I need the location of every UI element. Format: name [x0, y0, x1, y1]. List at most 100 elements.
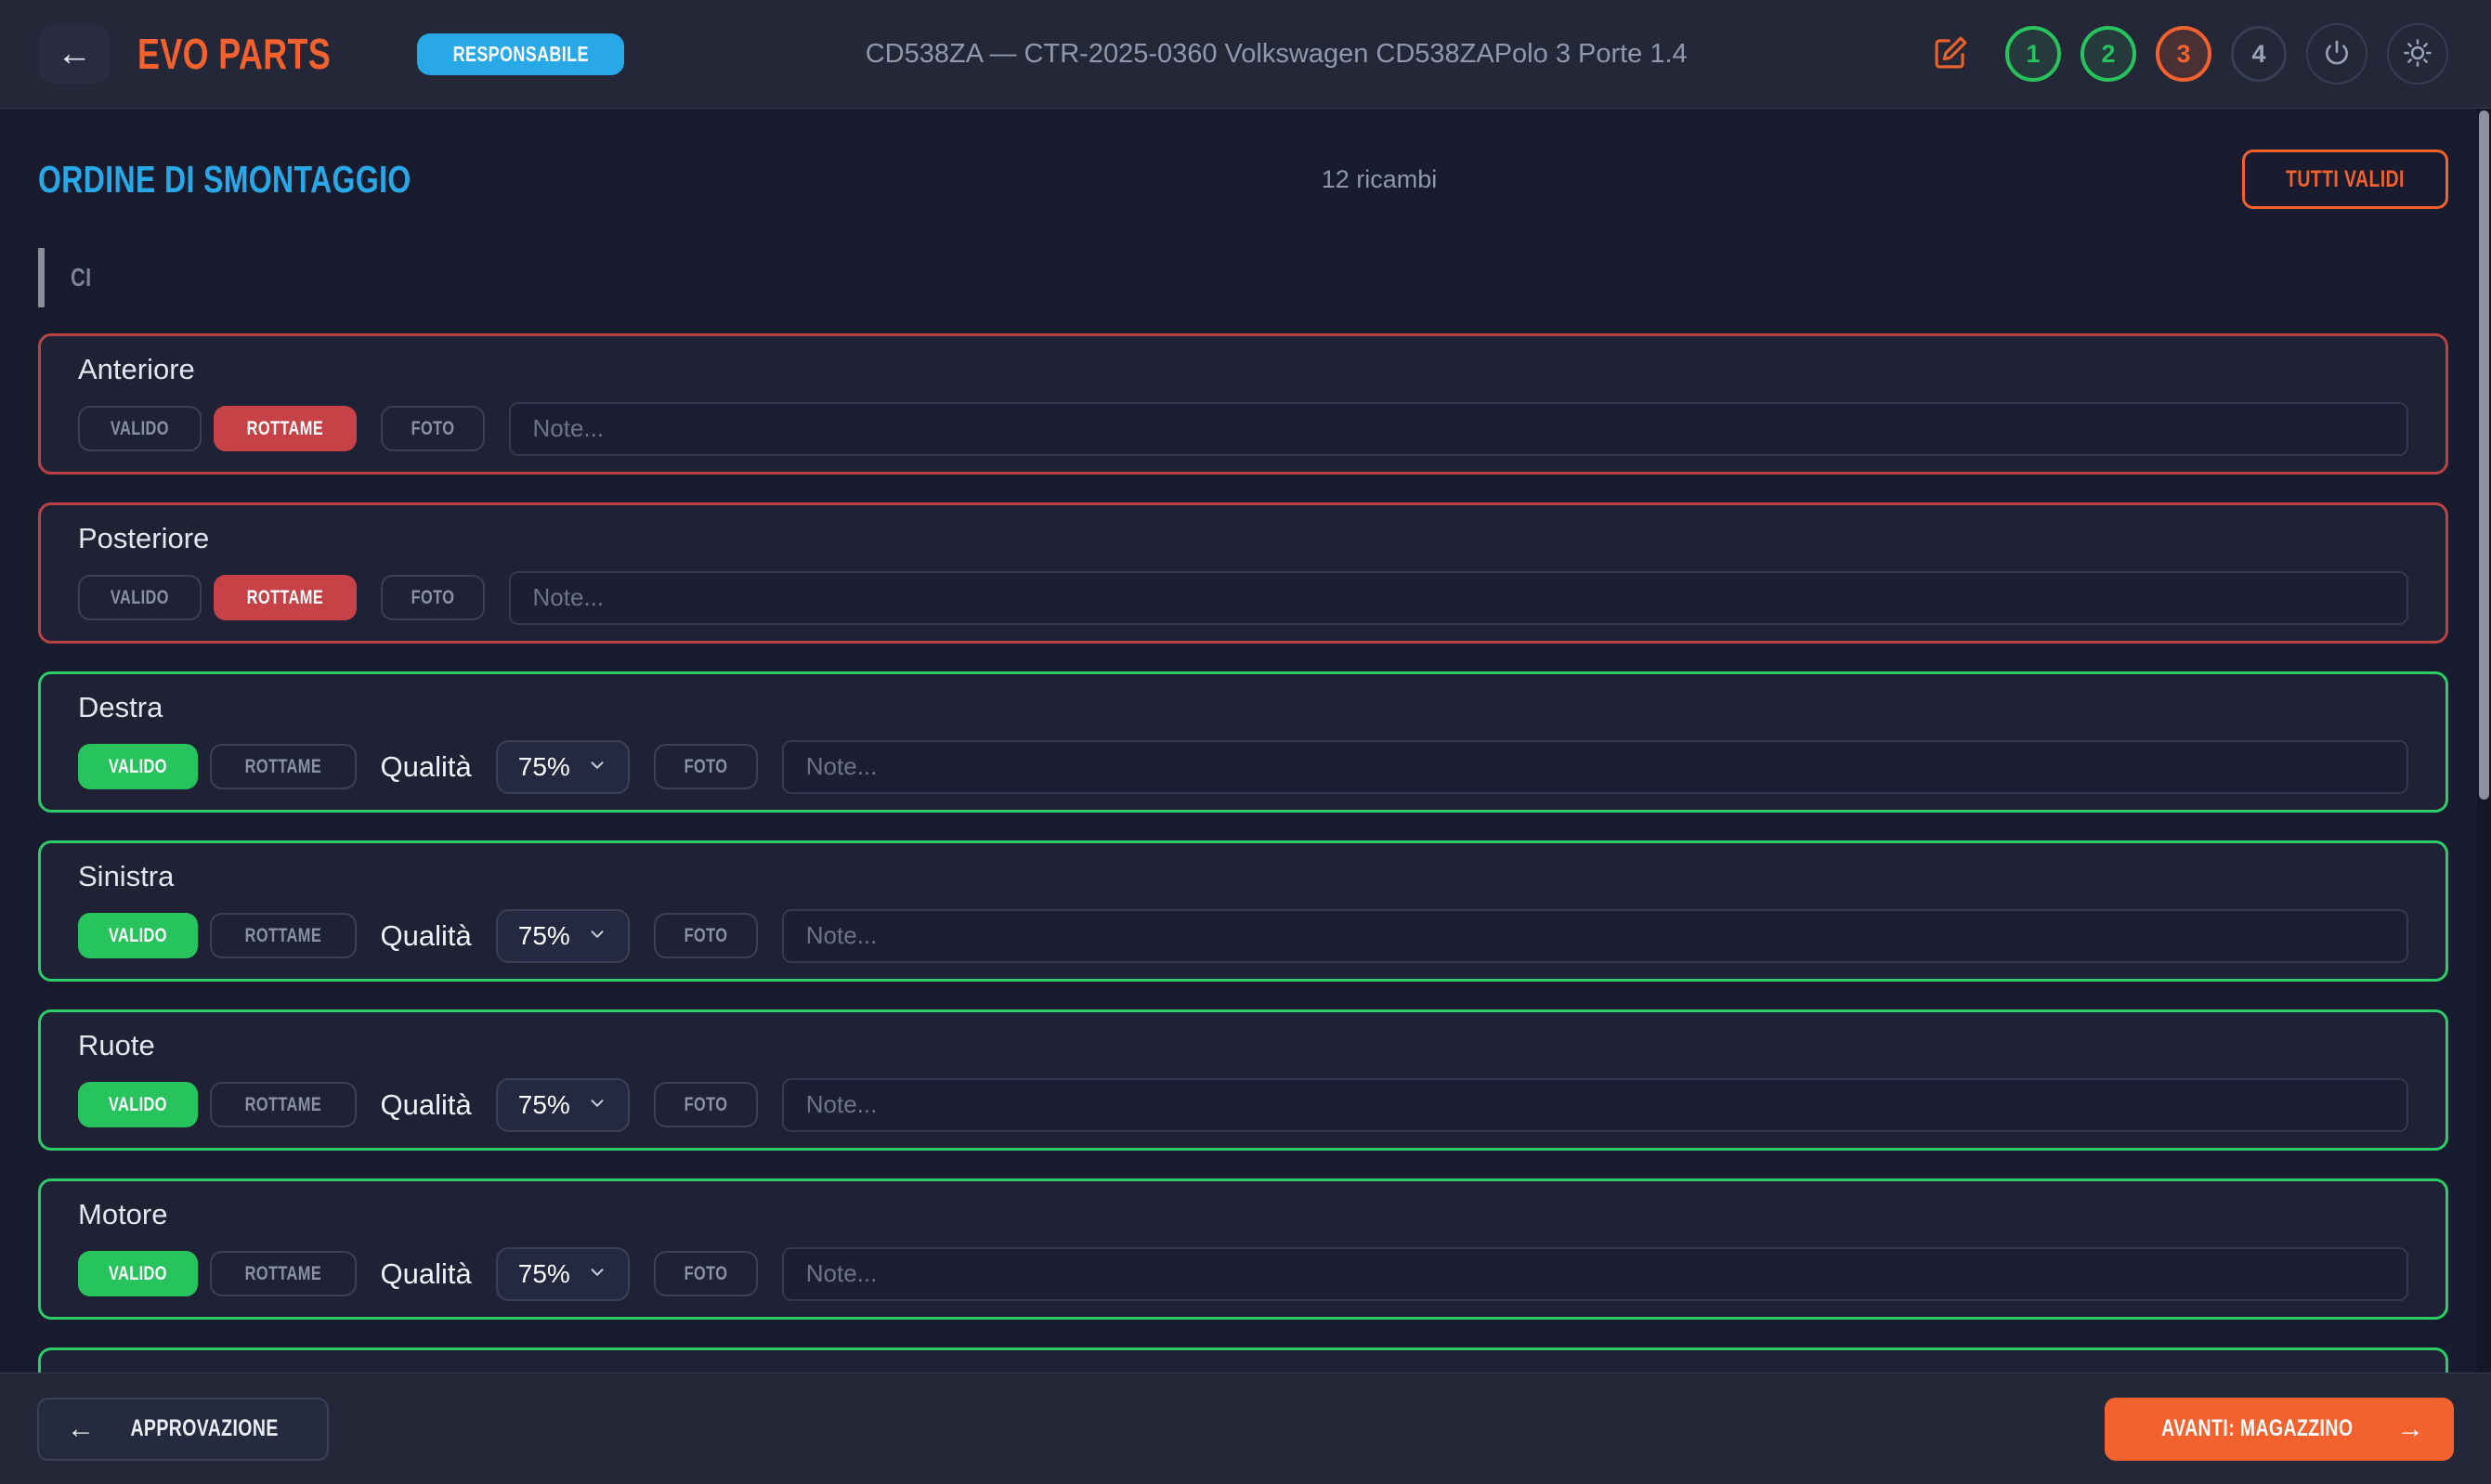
- app-header: ← EVO PARTS RESPONSABILE CD538ZA — CTR-2…: [0, 0, 2491, 109]
- part-card-sinistra: Sinistra VALIDO ROTTAME Qualità 75% FOTO: [38, 840, 2448, 982]
- rottame-button[interactable]: ROTTAME: [210, 913, 357, 958]
- part-card-partial: [38, 1347, 2448, 1373]
- quality-value: 75%: [518, 921, 570, 951]
- vehicle-title: CD538ZA — CTR-2025-0360 Volkswagen CD538…: [624, 39, 1928, 70]
- chevron-down-icon: [587, 921, 607, 951]
- all-valid-button[interactable]: TUTTI VALIDI: [2242, 150, 2448, 209]
- arrow-left-icon: ←: [67, 1413, 95, 1445]
- back-button[interactable]: ←: [39, 24, 110, 84]
- rottame-label: ROTTAME: [244, 925, 320, 947]
- chevron-down-icon: [587, 1090, 607, 1120]
- part-card-posteriore: Posteriore VALIDO ROTTAME FOTO: [38, 502, 2448, 644]
- step-3-button[interactable]: 3: [2156, 26, 2211, 82]
- foto-label: FOTO: [684, 925, 727, 947]
- foto-button[interactable]: FOTO: [654, 1251, 758, 1296]
- valido-label: VALIDO: [109, 1094, 167, 1116]
- valido-label: VALIDO: [109, 925, 167, 947]
- part-controls: VALIDO ROTTAME FOTO: [78, 402, 2408, 456]
- step-4-button[interactable]: 4: [2231, 26, 2287, 82]
- step-2-button[interactable]: 2: [2080, 26, 2136, 82]
- part-title: Anteriore: [78, 353, 2408, 386]
- valido-button[interactable]: VALIDO: [78, 575, 202, 620]
- rottame-label: ROTTAME: [244, 756, 320, 778]
- part-controls: VALIDO ROTTAME Qualità 75% FOTO: [78, 740, 2408, 794]
- avanti-magazzino-button[interactable]: AVANTI: MAGAZZINO →: [2105, 1398, 2454, 1461]
- power-button[interactable]: [2306, 23, 2367, 85]
- scrollbar-thumb[interactable]: [2479, 111, 2489, 800]
- foto-button[interactable]: FOTO: [654, 744, 758, 789]
- quality-select[interactable]: 75%: [496, 740, 630, 794]
- scrollbar-track[interactable]: [2477, 109, 2491, 1373]
- edit-icon: [1931, 33, 1970, 75]
- arrow-left-icon: ←: [57, 34, 92, 74]
- part-title: Posteriore: [78, 522, 2408, 555]
- rottame-button[interactable]: ROTTAME: [210, 1082, 357, 1127]
- valido-button[interactable]: VALIDO: [78, 913, 198, 958]
- valido-label: VALIDO: [109, 756, 167, 778]
- status-group: VALIDO ROTTAME: [78, 744, 357, 789]
- rottame-button[interactable]: ROTTAME: [214, 406, 357, 451]
- foto-label: FOTO: [684, 756, 727, 778]
- approvazione-back-button[interactable]: ← APPROVAZIONE: [37, 1398, 329, 1461]
- foto-button[interactable]: FOTO: [654, 913, 758, 958]
- part-card-anteriore: Anteriore VALIDO ROTTAME FOTO: [38, 333, 2448, 475]
- part-title: Ruote: [78, 1029, 2408, 1062]
- status-group: VALIDO ROTTAME: [78, 913, 357, 958]
- foto-button[interactable]: FOTO: [381, 575, 485, 620]
- chevron-down-icon: [587, 752, 607, 782]
- note-input[interactable]: [782, 1247, 2408, 1301]
- foto-button[interactable]: FOTO: [381, 406, 485, 451]
- rottame-label: ROTTAME: [244, 1094, 320, 1116]
- step-3-label: 3: [2176, 40, 2190, 69]
- valido-button[interactable]: VALIDO: [78, 1251, 198, 1296]
- all-valid-label: TUTTI VALIDI: [2286, 166, 2405, 193]
- note-input[interactable]: [782, 1078, 2408, 1132]
- section-label-text: CI: [71, 263, 92, 293]
- part-controls: VALIDO ROTTAME Qualità 75% FOTO: [78, 909, 2408, 963]
- theme-toggle-button[interactable]: [2387, 23, 2448, 85]
- section-bar: [38, 248, 45, 307]
- section-header: CI: [38, 248, 2448, 307]
- status-group: VALIDO ROTTAME: [78, 575, 357, 620]
- page-title: ORDINE DI SMONTAGGIO: [38, 158, 516, 202]
- valido-button[interactable]: VALIDO: [78, 744, 198, 789]
- step-1-button[interactable]: 1: [2005, 26, 2061, 82]
- rottame-label: ROTTAME: [246, 587, 322, 609]
- page-title-text: ORDINE DI SMONTAGGIO: [38, 158, 411, 202]
- note-input[interactable]: [782, 740, 2408, 794]
- note-input[interactable]: [782, 909, 2408, 963]
- foto-label: FOTO: [684, 1094, 727, 1116]
- approvazione-label: APPROVAZIONE: [130, 1415, 278, 1442]
- quality-label: Qualità: [381, 1088, 472, 1122]
- foto-label: FOTO: [684, 1263, 727, 1285]
- quality-select[interactable]: 75%: [496, 1247, 630, 1301]
- part-card-ruote: Ruote VALIDO ROTTAME Qualità 75% FOTO: [38, 1009, 2448, 1151]
- part-title: Destra: [78, 691, 2408, 724]
- page-toolbar: ORDINE DI SMONTAGGIO 12 ricambi TUTTI VA…: [38, 150, 2448, 209]
- valido-label: VALIDO: [111, 418, 169, 440]
- rottame-button[interactable]: ROTTAME: [214, 575, 357, 620]
- note-input[interactable]: [509, 402, 2409, 456]
- step-4-label: 4: [2251, 40, 2265, 69]
- foto-button[interactable]: FOTO: [654, 1082, 758, 1127]
- valido-label: VALIDO: [109, 1263, 167, 1285]
- quality-value: 75%: [518, 1090, 570, 1120]
- quality-label: Qualità: [381, 750, 472, 784]
- valido-button[interactable]: VALIDO: [78, 406, 202, 451]
- part-card-motore: Motore VALIDO ROTTAME Qualità 75% FOTO: [38, 1178, 2448, 1320]
- sun-icon: [2402, 37, 2433, 72]
- step-2-label: 2: [2101, 40, 2115, 69]
- part-controls: VALIDO ROTTAME Qualità 75% FOTO: [78, 1078, 2408, 1132]
- note-input[interactable]: [509, 571, 2409, 625]
- chevron-down-icon: [587, 1259, 607, 1289]
- quality-select[interactable]: 75%: [496, 909, 630, 963]
- rottame-button[interactable]: ROTTAME: [210, 744, 357, 789]
- quality-select[interactable]: 75%: [496, 1078, 630, 1132]
- rottame-button[interactable]: ROTTAME: [210, 1251, 357, 1296]
- part-card-destra: Destra VALIDO ROTTAME Qualità 75% FOTO: [38, 671, 2448, 813]
- edit-button[interactable]: [1928, 32, 1973, 76]
- foto-label: FOTO: [411, 587, 454, 609]
- part-controls: VALIDO ROTTAME FOTO: [78, 571, 2408, 625]
- valido-button[interactable]: VALIDO: [78, 1082, 198, 1127]
- valido-label: VALIDO: [111, 587, 169, 609]
